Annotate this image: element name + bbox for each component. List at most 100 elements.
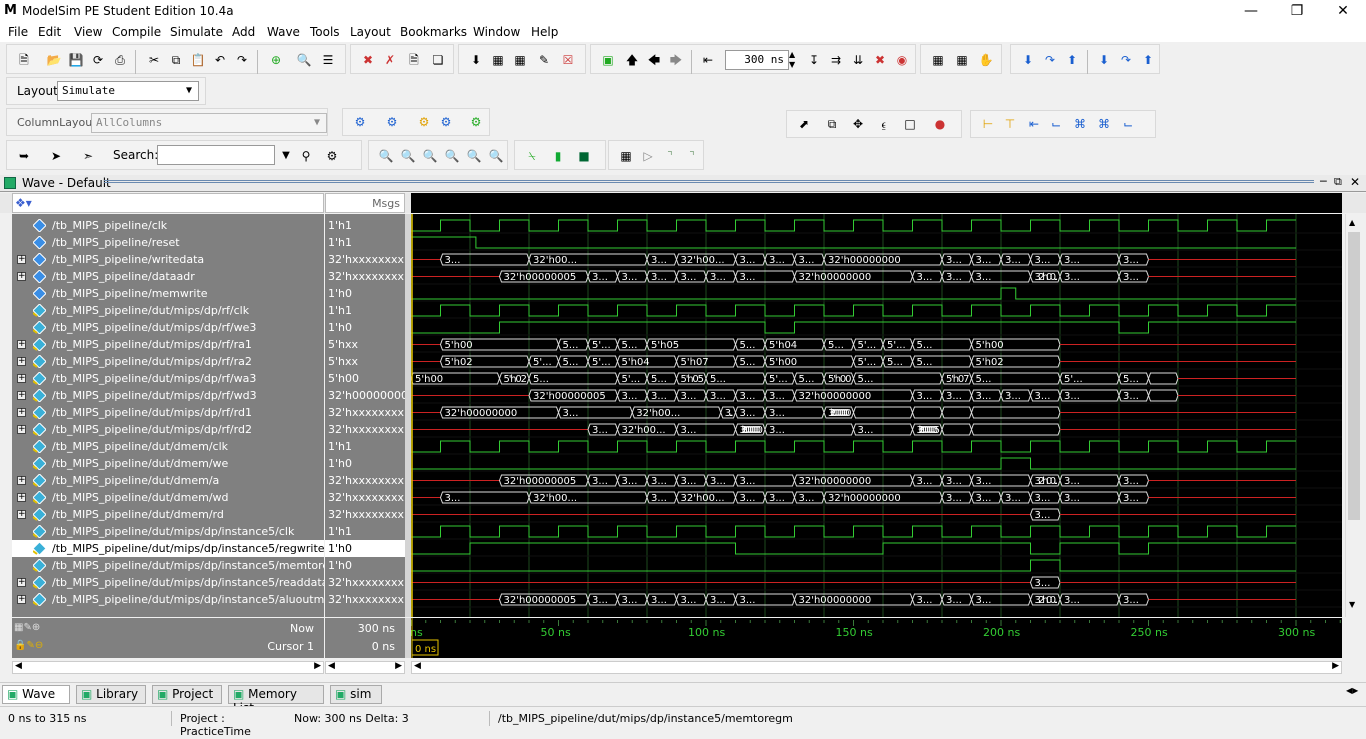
signal-row[interactable]: + /tb_MIPS_pipeline/dut/mips/dp/rf/ra1 [12, 336, 324, 353]
expand-toggle[interactable]: + [17, 510, 26, 519]
find-rising-edge-icon[interactable]: ⌙ [1047, 115, 1065, 133]
undo-icon[interactable]: ↶ [211, 51, 229, 69]
insert-cursor-icon[interactable]: ⍀ [523, 147, 541, 165]
cursor-lock-icons[interactable]: 🔒✎⊖ [14, 640, 43, 651]
scroll-thumb[interactable] [1348, 232, 1360, 520]
find-next-change-icon[interactable]: ⌙ [1119, 115, 1137, 133]
wave-step-icon[interactable]: ⌝ [661, 147, 679, 165]
signal-row[interactable]: /tb_MIPS_pipeline/dut/mips/dp/instance5/… [12, 540, 324, 557]
run-all-icon[interactable]: ⇊ [849, 51, 867, 69]
delete-icon[interactable]: ✖ [359, 51, 377, 69]
memory-view-icon[interactable]: ▦ [489, 51, 507, 69]
environment-icon[interactable]: ▣ [599, 51, 617, 69]
save-icon[interactable]: 💾 [67, 51, 85, 69]
cut-icon[interactable]: ✂ [145, 51, 163, 69]
expand-toggle[interactable]: + [17, 595, 26, 604]
insert-signal-icon[interactable]: ⚙ [415, 113, 433, 131]
wave-pulse-icon[interactable]: ⌝ [683, 147, 701, 165]
expand-toggle[interactable]: + [17, 493, 26, 502]
search-options-icon[interactable]: ⚙ [323, 147, 341, 165]
menu-add[interactable]: Add [232, 25, 255, 39]
document-icon[interactable]: 🗎 [405, 51, 423, 69]
expand-toggle[interactable]: + [17, 357, 26, 366]
signal-row[interactable]: + /tb_MIPS_pipeline/dut/mips/dp/instance5… [12, 591, 324, 608]
signal-row[interactable]: /tb_MIPS_pipeline/dut/mips/dp/rf/clk [12, 302, 324, 319]
signal-row[interactable]: + /tb_MIPS_pipeline/dut/dmem/rd [12, 506, 324, 523]
values-hscroll[interactable]: ◀ ▶ [325, 661, 405, 674]
search-dropdown-icon[interactable]: ▼ [277, 147, 295, 165]
menu-window[interactable]: Window [473, 25, 520, 39]
menu-bookmarks[interactable]: Bookmarks [400, 25, 467, 39]
zoom-mode-icon[interactable]: ⧉ [823, 115, 841, 133]
menu-compile[interactable]: Compile [112, 25, 161, 39]
tab-memory-list[interactable]: ▣ Memory List ✕ [228, 685, 324, 715]
wave-hscroll[interactable]: ◀ ▶ [411, 661, 1342, 674]
signal-value-pane[interactable]: 1'h1 1'h1 32'hxxxxxxxx 32'hxxxxxxxx 1'h0 1'h1… [325, 214, 405, 617]
menu-file[interactable]: File [8, 25, 28, 39]
expand-toggle[interactable]: + [17, 374, 26, 383]
signal-row[interactable]: /tb_MIPS_pipeline/reset [12, 234, 324, 251]
stoplight-icon[interactable]: ● [931, 115, 949, 133]
step-into-current-icon[interactable]: ⬇ [1095, 51, 1113, 69]
scroll-right-icon[interactable]: ▶ [395, 661, 402, 671]
signal-row[interactable]: + /tb_MIPS_pipeline/dut/mips/dp/rf/wa3 [12, 370, 324, 387]
hierarchy-expand-icon[interactable]: ➥ [15, 147, 33, 165]
menu-wave[interactable]: Wave [267, 25, 300, 39]
signal-row[interactable]: /tb_MIPS_pipeline/memwrite [12, 285, 324, 302]
restart-icon[interactable]: ⇤ [699, 51, 717, 69]
wave-edge-icon[interactable]: ▷ [639, 147, 657, 165]
signal-row[interactable]: + /tb_MIPS_pipeline/dut/mips/dp/instance5… [12, 574, 324, 591]
expand-toggle[interactable]: + [17, 476, 26, 485]
scroll-left-icon[interactable]: ◀ [414, 661, 421, 671]
select-pointer-icon[interactable]: ⬈ [795, 115, 813, 133]
menu-tools[interactable]: Tools [310, 25, 340, 39]
add-divider-icon[interactable]: ⚙ [383, 113, 401, 131]
stop-icon[interactable]: ◉ [893, 51, 911, 69]
run-length-input[interactable]: 300 ns [725, 50, 789, 70]
minimize-button[interactable]: — [1228, 0, 1274, 22]
expand-toggle[interactable]: + [17, 255, 26, 264]
wave-format-icon[interactable]: ▦ [617, 147, 635, 165]
waveform-pane[interactable]: 3... 32'h00... 3... 32'h00... 3... 3... 3... 32… [411, 214, 1342, 617]
window-minimize-icon[interactable]: ─ [1320, 175, 1327, 188]
find-previous-edge-icon[interactable]: ⊤ [1001, 115, 1019, 133]
step-out-icon[interactable]: ⬆ [1063, 51, 1081, 69]
hierarchy-collapse-icon[interactable]: ➤ [47, 147, 65, 165]
scroll-down-icon[interactable]: ▼ [1349, 600, 1355, 609]
ungroup-icon[interactable]: ⚙ [467, 113, 485, 131]
zoom-range-icon[interactable]: 🔍 [465, 147, 483, 165]
find-next-transition-icon[interactable]: ⇤ [1025, 115, 1043, 133]
tab-sim[interactable]: ▣ sim ✕ [330, 685, 382, 715]
signal-row[interactable]: /tb_MIPS_pipeline/dut/mips/dp/instance5/… [12, 523, 324, 540]
signal-row[interactable]: /tb_MIPS_pipeline/dut/mips/dp/rf/we3 [12, 319, 324, 336]
copy-icon[interactable]: ⧉ [167, 51, 185, 69]
signal-row[interactable]: + /tb_MIPS_pipeline/dut/dmem/wd [12, 489, 324, 506]
up-arrow-icon[interactable]: 🡅 [623, 51, 641, 69]
expand-toggle[interactable]: + [17, 408, 26, 417]
step-over-current-icon[interactable]: ↷ [1117, 51, 1135, 69]
group-icon[interactable]: ⚙ [437, 113, 455, 131]
zoom-cursor-icon[interactable]: 🔍 [443, 147, 461, 165]
back-arrow-icon[interactable]: 🡄 [645, 51, 663, 69]
find-icon[interactable]: 🔍 [295, 51, 313, 69]
hierarchy-select-icon[interactable]: ➣ [79, 147, 97, 165]
measure-icon[interactable]: □ [901, 115, 919, 133]
run-length-spinner[interactable]: ▲ ▼ [789, 50, 799, 70]
molecule-icon[interactable]: ❖▾ [15, 196, 32, 210]
scroll-right-icon[interactable]: ▶ [314, 661, 321, 671]
new-file-icon[interactable]: 🗎 [15, 51, 33, 69]
signal-row[interactable]: + /tb_MIPS_pipeline/dataadr [12, 268, 324, 285]
signal-row[interactable]: /tb_MIPS_pipeline/clk [12, 217, 324, 234]
hand-icon[interactable]: ✋ [977, 51, 995, 69]
signal-row[interactable]: + /tb_MIPS_pipeline/dut/mips/dp/rf/rd2 [12, 421, 324, 438]
step-out-current-icon[interactable]: ⬆ [1139, 51, 1157, 69]
paste-icon[interactable]: 📋 [189, 51, 207, 69]
tab-project[interactable]: ▣ Project ✕ [152, 685, 222, 715]
menu-help[interactable]: Help [531, 25, 558, 39]
menu-edit[interactable]: Edit [38, 25, 61, 39]
vertical-scrollbar[interactable]: ▲ ▼ [1345, 214, 1362, 617]
window-close-icon[interactable]: ✕ [1350, 175, 1360, 189]
signal-row[interactable]: /tb_MIPS_pipeline/dut/dmem/we [12, 455, 324, 472]
columnlayout-select[interactable]: AllColumns ▼ [91, 113, 327, 133]
add-icon[interactable]: ⊕ [267, 51, 285, 69]
